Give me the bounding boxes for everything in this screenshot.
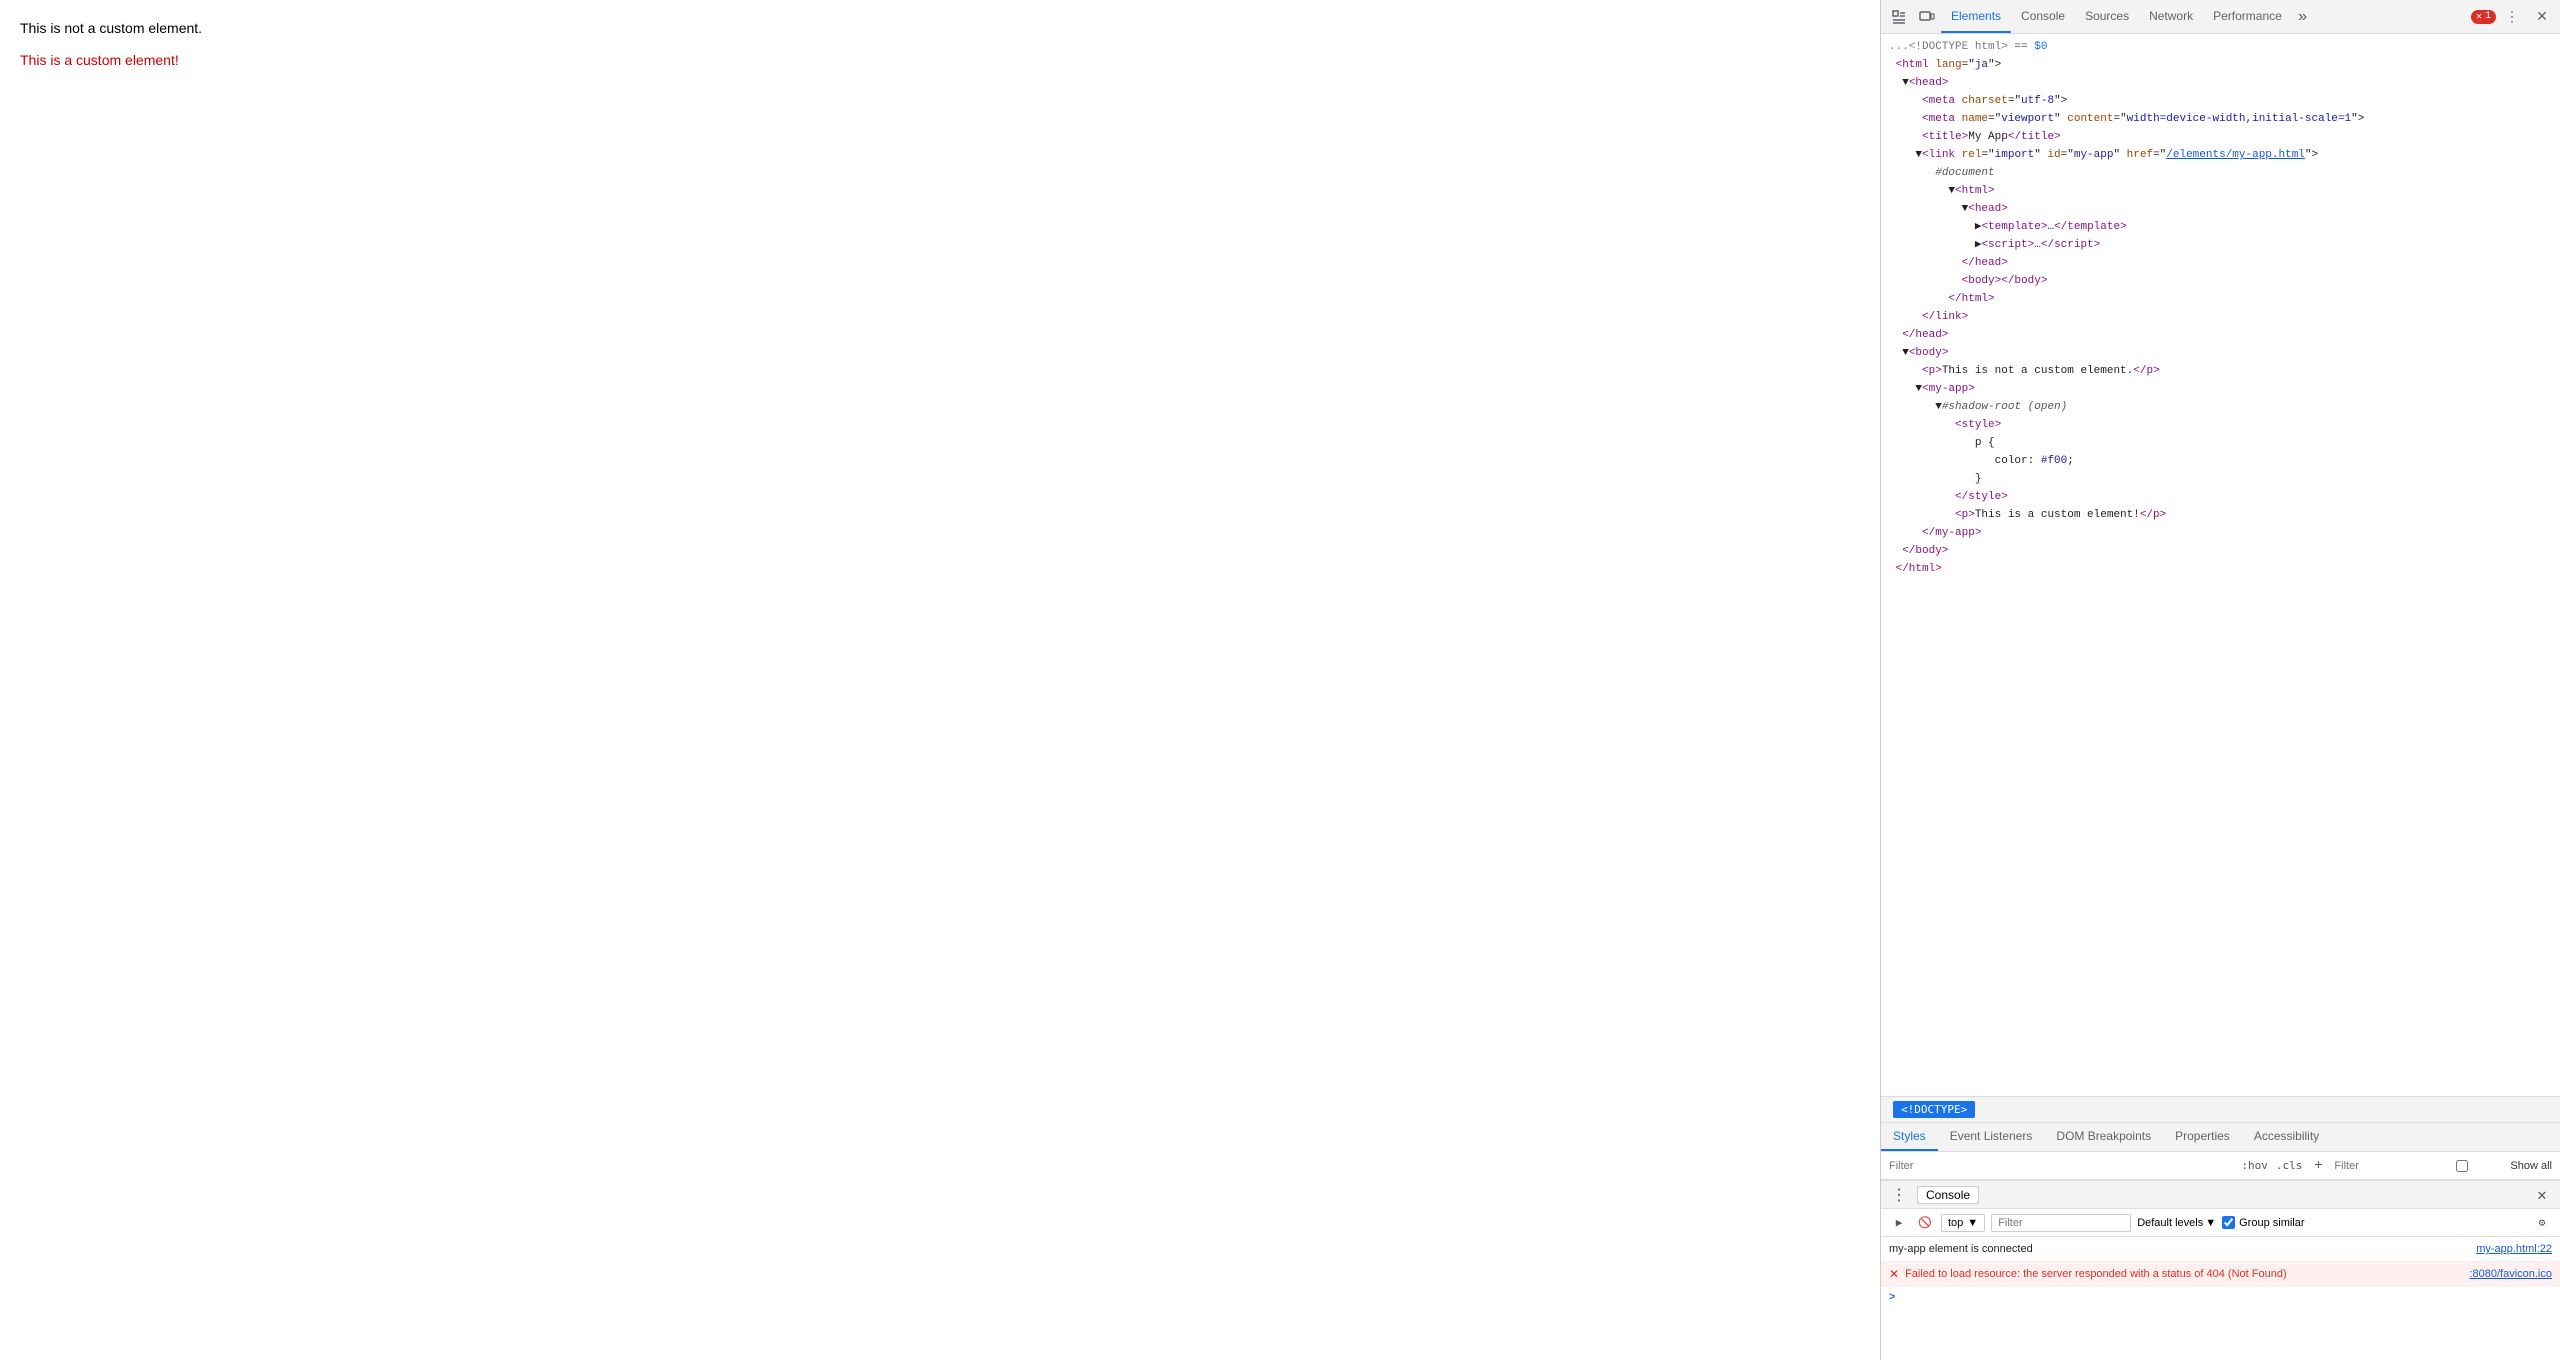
computed-filter-input[interactable] [2334, 1160, 2414, 1172]
dom-line-script[interactable]: ▶<script>…</script> [1881, 236, 2560, 254]
add-style-button[interactable]: + [2310, 1158, 2326, 1174]
dom-line-css-color[interactable]: color: #f00; [1881, 452, 2560, 470]
filter-right: Show all [2334, 1160, 2552, 1172]
more-options-icon: ⋮ [2505, 8, 2519, 25]
error-icon-small: ✕ [2476, 11, 2482, 23]
dom-line-p[interactable]: <p>This is not a custom element.</p> [1881, 362, 2560, 380]
console-output: my-app element is connected my-app.html:… [1881, 1237, 2560, 1360]
selected-tag-bar: <!DOCTYPE> [1881, 1096, 2560, 1122]
console-close-button[interactable]: ✕ [2532, 1185, 2552, 1205]
dom-line-inner-body[interactable]: <body></body> [1881, 272, 2560, 290]
prompt-chevron: > [1889, 1291, 1895, 1303]
group-similar-control: Group similar [2222, 1216, 2304, 1229]
subtab-styles[interactable]: Styles [1881, 1123, 1938, 1151]
close-icon: ✕ [2536, 8, 2548, 25]
dom-line-p-custom[interactable]: <p>This is a custom element!</p> [1881, 506, 2560, 524]
devtools-tabs: Elements Console Sources Network Perform… [1941, 0, 2471, 33]
dom-line-template[interactable]: ▶<template>…</template> [1881, 218, 2560, 236]
dom-line-body-close[interactable]: </body> [1881, 542, 2560, 560]
console-link-2[interactable]: :8080/favicon.ico [2469, 1266, 2552, 1282]
tab-elements[interactable]: Elements [1941, 0, 2011, 33]
subtab-dom-breakpoints[interactable]: DOM Breakpoints [2044, 1123, 2163, 1151]
dom-line-inner-html[interactable]: ▼<html> [1881, 182, 2560, 200]
console-prompt-row[interactable]: > [1881, 1287, 2560, 1307]
selected-tag-pill[interactable]: <!DOCTYPE> [1893, 1101, 1975, 1118]
tab-network[interactable]: Network [2139, 0, 2203, 33]
console-settings-button[interactable]: ⚙ [2532, 1213, 2552, 1233]
devtools-panel: Elements Console Sources Network Perform… [1880, 0, 2560, 1360]
dom-line-head-close[interactable]: </head> [1881, 326, 2560, 344]
page-text-2: This is a custom element! [20, 52, 1860, 68]
error-badge: ✕ 1 [2471, 10, 2496, 24]
dom-line-html-close[interactable]: </html> [1881, 560, 2560, 578]
console-toolbar: ▶ 🚫 top ▼ Default levels ▼ Group similar… [1881, 1209, 2560, 1237]
dom-line-link[interactable]: ▼<link rel="import" id="my-app" href="/e… [1881, 146, 2560, 164]
tab-console[interactable]: Console [2011, 0, 2075, 33]
devtools-topbar: Elements Console Sources Network Perform… [1881, 0, 2560, 34]
dom-line-link-close[interactable]: </link> [1881, 308, 2560, 326]
tab-performance[interactable]: Performance [2203, 0, 2292, 33]
hov-button[interactable]: :hov [2241, 1159, 2268, 1172]
dom-line-css-p[interactable]: p { [1881, 434, 2560, 452]
page-text-1: This is not a custom element. [20, 20, 1860, 36]
dom-line-title[interactable]: <title>My App</title> [1881, 128, 2560, 146]
dom-tree: ...<!DOCTYPE html> == $0 <html lang="ja"… [1881, 34, 2560, 1096]
styles-filter-input[interactable] [1889, 1160, 2233, 1172]
execute-script-button[interactable]: ▶ [1889, 1213, 1909, 1233]
context-dropdown-icon: ▼ [1967, 1217, 1978, 1229]
dom-line-doctype[interactable]: ...<!DOCTYPE html> == $0 [1881, 38, 2560, 56]
error-count: 1 [2485, 11, 2491, 22]
dom-line-meta-viewport[interactable]: <meta name="viewport" content="width=dev… [1881, 110, 2560, 128]
dom-line-my-app[interactable]: ▼<my-app> [1881, 380, 2560, 398]
more-options-button[interactable]: ⋮ [2498, 3, 2526, 31]
console-tab-pill[interactable]: Console [1917, 1186, 1979, 1204]
subtab-accessibility[interactable]: Accessibility [2242, 1123, 2331, 1151]
dom-line-inner-head-close[interactable]: </head> [1881, 254, 2560, 272]
dom-line-style-open[interactable]: <style> [1881, 416, 2560, 434]
more-tabs-button[interactable]: » [2292, 8, 2314, 26]
subtab-event-listeners[interactable]: Event Listeners [1938, 1123, 2045, 1151]
context-selector[interactable]: top ▼ [1941, 1214, 1985, 1232]
close-devtools-button[interactable]: ✕ [2528, 3, 2556, 31]
console-filter-input[interactable] [1991, 1214, 2131, 1232]
dom-line-document[interactable]: #document [1881, 164, 2560, 182]
dom-line-css-close-brace[interactable]: } [1881, 470, 2560, 488]
error-row-icon: ✕ [1889, 1266, 1899, 1282]
group-similar-checkbox[interactable] [2222, 1216, 2235, 1229]
sub-tabs: Styles Event Listeners DOM Breakpoints P… [1881, 1122, 2560, 1152]
default-levels-selector[interactable]: Default levels ▼ [2137, 1217, 2216, 1229]
page-content: This is not a custom element. This is a … [0, 0, 1880, 1360]
dom-line-my-app-close[interactable]: </my-app> [1881, 524, 2560, 542]
devtools-right-icons: ✕ 1 ⋮ ✕ [2471, 3, 2556, 31]
dom-line-body-open[interactable]: ▼<body> [1881, 344, 2560, 362]
console-error-row: ✕ Failed to load resource: the server re… [1881, 1262, 2560, 1287]
dom-line-head-open[interactable]: ▼<head> [1881, 74, 2560, 92]
inspect-element-button[interactable] [1885, 3, 1913, 31]
subtab-properties[interactable]: Properties [2163, 1123, 2242, 1151]
dom-line-shadow-root[interactable]: ▼#shadow-root (open) [1881, 398, 2560, 416]
show-all-checkbox[interactable] [2422, 1160, 2502, 1172]
console-drawer-header: ⋮ Console ✕ [1881, 1181, 2560, 1209]
console-more-button[interactable]: ⋮ [1889, 1185, 1909, 1205]
dom-line-html[interactable]: <html lang="ja"> [1881, 56, 2560, 74]
console-drawer: ⋮ Console ✕ ▶ 🚫 top ▼ Default levels ▼ G… [1881, 1180, 2560, 1360]
dom-line-inner-html-close[interactable]: </html> [1881, 290, 2560, 308]
styles-filter-bar: :hov .cls + Show all [1881, 1152, 2560, 1180]
tab-sources[interactable]: Sources [2075, 0, 2139, 33]
default-levels-dropdown-icon: ▼ [2205, 1217, 2216, 1229]
console-link-1[interactable]: my-app.html:22 [2476, 1241, 2552, 1257]
console-row: my-app element is connected my-app.html:… [1881, 1237, 2560, 1262]
dom-line-style-close[interactable]: </style> [1881, 488, 2560, 506]
show-all-label: Show all [2510, 1160, 2552, 1172]
cls-button[interactable]: .cls [2276, 1159, 2303, 1172]
dom-line-meta-charset[interactable]: <meta charset="utf-8"> [1881, 92, 2560, 110]
device-toolbar-button[interactable] [1913, 3, 1941, 31]
clear-console-button[interactable]: 🚫 [1915, 1213, 1935, 1233]
dom-line-inner-head[interactable]: ▼<head> [1881, 200, 2560, 218]
